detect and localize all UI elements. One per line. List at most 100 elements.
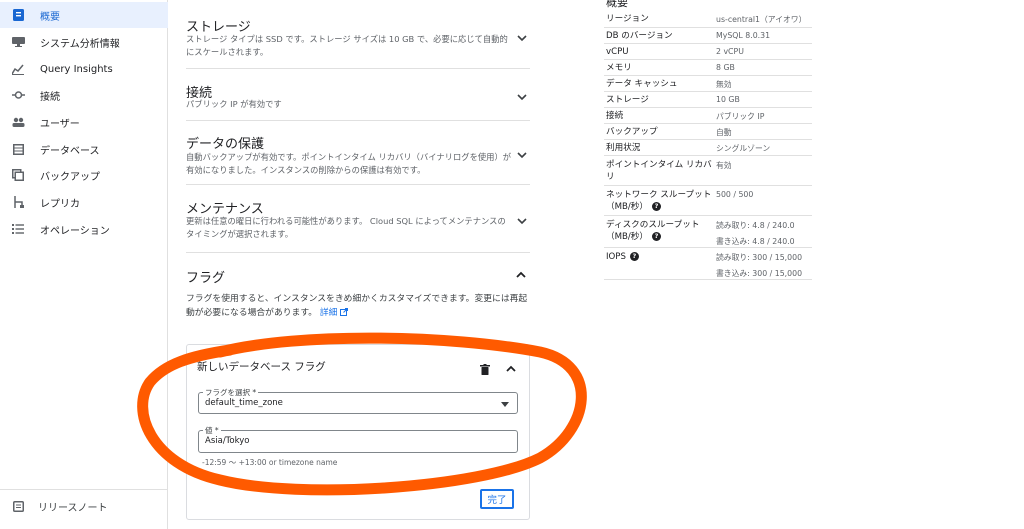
summary-value: 読み取り: 300 / 15,000 (716, 253, 803, 262)
sidebar-item-label: 概要 (40, 11, 60, 23)
summary-row: ネットワーク スループット（MB/秒）? 500 / 500 (604, 186, 812, 216)
summary-value: 自動 (716, 128, 732, 137)
operations-icon (11, 222, 25, 236)
summary-row: ディスクのスループット（MB/秒）? 読み取り: 4.8 / 240.0 書き込… (604, 216, 812, 248)
sidebar-item-users[interactable]: ユーザー (0, 109, 168, 135)
summary-row: データ キャッシュ 無効 (604, 76, 812, 92)
summary-key: ポイントインタイム リカバリ (606, 160, 712, 182)
sidebar-item-label: 接続 (40, 91, 60, 103)
flag-value-hint: -12:59 ～ +13:00 or timezone name (202, 458, 338, 467)
summary-value-secondary: 書き込み: 300 / 15,000 (716, 269, 803, 278)
summary-value: シングルゾーン (716, 144, 771, 153)
new-flag-title: 新しいデータベース フラグ (197, 361, 326, 373)
section-connections[interactable]: 接続 パブリック IP が有効です (186, 69, 530, 121)
summary-row: vCPU 2 vCPU (604, 44, 812, 60)
summary-row: リージョン us-central1（アイオワ） (604, 11, 812, 28)
backups-icon (11, 168, 25, 182)
sidebar-item-overview[interactable]: 概要 (0, 2, 168, 28)
flags-title: フラグ (186, 271, 226, 286)
chevron-down-icon[interactable] (516, 32, 528, 44)
summary-value: パブリック IP (716, 112, 765, 121)
section-storage[interactable]: ストレージ ストレージ タイプは SSD です。ストレージ サイズは 10 GB… (186, 0, 530, 69)
help-icon[interactable]: ? (652, 202, 661, 211)
flag-value-field[interactable]: 値 * Asia/Tokyo (198, 425, 518, 453)
help-icon[interactable]: ? (629, 252, 639, 261)
sidebar-item-replicas[interactable]: レプリカ (0, 189, 168, 215)
summary-key: リージョン (606, 14, 649, 24)
summary-value: us-central1（アイオワ） (716, 15, 807, 24)
summary-key: データ キャッシュ (606, 79, 678, 89)
section-description: 更新は任意の曜日に行われる可能性があります。 Cloud SQL によってメンテ… (186, 216, 506, 239)
sidebar-item-label: バックアップ (40, 171, 100, 183)
summary-row: DB のバージョン MySQL 8.0.31 (604, 28, 812, 44)
sidebar-item-operations[interactable]: オペレーション (0, 216, 168, 242)
system-insights-icon (11, 35, 25, 49)
chevron-down-icon[interactable] (516, 149, 528, 161)
summary-value: 500 / 500 (716, 190, 754, 199)
flag-select[interactable]: フラグを選択 * default_time_zone (198, 387, 518, 414)
sidebar-item-backups[interactable]: バックアップ (0, 162, 168, 188)
summary-value: 無効 (716, 80, 732, 89)
sidebar-item-label: データベース (40, 145, 100, 157)
learn-more-link[interactable]: 詳細 (319, 307, 349, 318)
summary-row: 利用状況 シングルゾーン (604, 140, 812, 156)
summary-key: メモリ (606, 63, 632, 73)
sidebar-divider (0, 489, 168, 490)
sidebar-item-label: ユーザー (40, 118, 80, 130)
summary-key: 利用状況 (606, 143, 641, 153)
sidebar-item-label: Query Insights (40, 63, 113, 75)
summary-value: 2 vCPU (716, 47, 744, 56)
flag-select-value: default_time_zone (205, 398, 283, 408)
query-insights-icon (11, 62, 25, 76)
summary-key: IOPS? (606, 251, 714, 263)
sidebar-item-system-insights[interactable]: システム分析情報 (0, 29, 168, 55)
delete-icon[interactable] (480, 360, 490, 379)
chevron-down-icon[interactable] (516, 215, 528, 227)
sidebar-item-query-insights[interactable]: Query Insights (0, 56, 168, 82)
sidebar-item-label: レプリカ (40, 198, 80, 210)
done-button[interactable]: 完了 (480, 489, 514, 509)
section-maintenance[interactable]: メンテナンス 更新は任意の曜日に行われる可能性があります。 Cloud SQL … (186, 185, 530, 253)
sidebar: 概要 システム分析情報 Query Insights 接続 ユーザー データベー… (0, 0, 168, 529)
summary-key: ディスクのスループット（MB/秒）? (606, 219, 714, 243)
summary-value: 10 GB (716, 95, 740, 104)
help-icon[interactable]: ? (652, 232, 661, 241)
summary-row: バックアップ 自動 (604, 124, 812, 140)
chevron-down-icon[interactable] (516, 91, 528, 103)
release-notes-icon (11, 499, 25, 513)
summary-key: 接続 (606, 111, 624, 121)
summary-value: 8 GB (716, 63, 735, 72)
sidebar-item-connections[interactable]: 接続 (0, 82, 168, 108)
summary-value: 読み取り: 4.8 / 240.0 (716, 221, 795, 230)
summary-key: バックアップ (606, 127, 658, 137)
flag-select-label: フラグを選択 * (203, 387, 259, 398)
release-notes-link[interactable]: リリースノート (0, 494, 168, 518)
summary-value-secondary: 書き込み: 4.8 / 240.0 (716, 237, 795, 246)
sidebar-item-databases[interactable]: データベース (0, 136, 168, 162)
section-description: 自動バックアップが有効です。ポイントインタイム リカバリ（バイナリログを使用）が… (186, 152, 512, 175)
summary-value: MySQL 8.0.31 (716, 31, 771, 40)
summary-row: IOPS? 読み取り: 300 / 15,000 書き込み: 300 / 15,… (604, 248, 812, 280)
dropdown-arrow-icon (501, 402, 509, 407)
section-title: データの保護 (186, 137, 265, 152)
chevron-up-icon[interactable] (515, 269, 527, 281)
section-description: パブリック IP が有効です (186, 99, 282, 109)
summary-row: ストレージ 10 GB (604, 92, 812, 108)
flag-value-input: Asia/Tokyo (205, 436, 250, 446)
summary-key: DB のバージョン (606, 31, 673, 41)
users-icon (11, 115, 25, 129)
section-data-protection[interactable]: データの保護 自動バックアップが有効です。ポイントインタイム リカバリ（バイナリ… (186, 121, 530, 185)
summary-key: vCPU (606, 47, 629, 57)
overview-icon (11, 8, 25, 22)
databases-icon (11, 142, 25, 156)
replicas-icon (11, 195, 25, 209)
chevron-up-icon[interactable] (505, 360, 517, 379)
flags-description-text: フラグを使用すると、インスタンスをきめ細かくカスタマイズできます。変更には再起動… (186, 294, 528, 318)
summary-row: 接続 パブリック IP (604, 108, 812, 124)
external-link-icon (340, 308, 349, 316)
connections-icon (11, 88, 25, 102)
learn-more-label: 詳細 (319, 307, 338, 318)
flags-description: フラグを使用すると、インスタンスをきめ細かくカスタマイズできます。変更には再起動… (186, 293, 530, 320)
summary-row: ポイントインタイム リカバリ 有効 (604, 156, 812, 186)
sidebar-item-label: オペレーション (40, 225, 110, 237)
